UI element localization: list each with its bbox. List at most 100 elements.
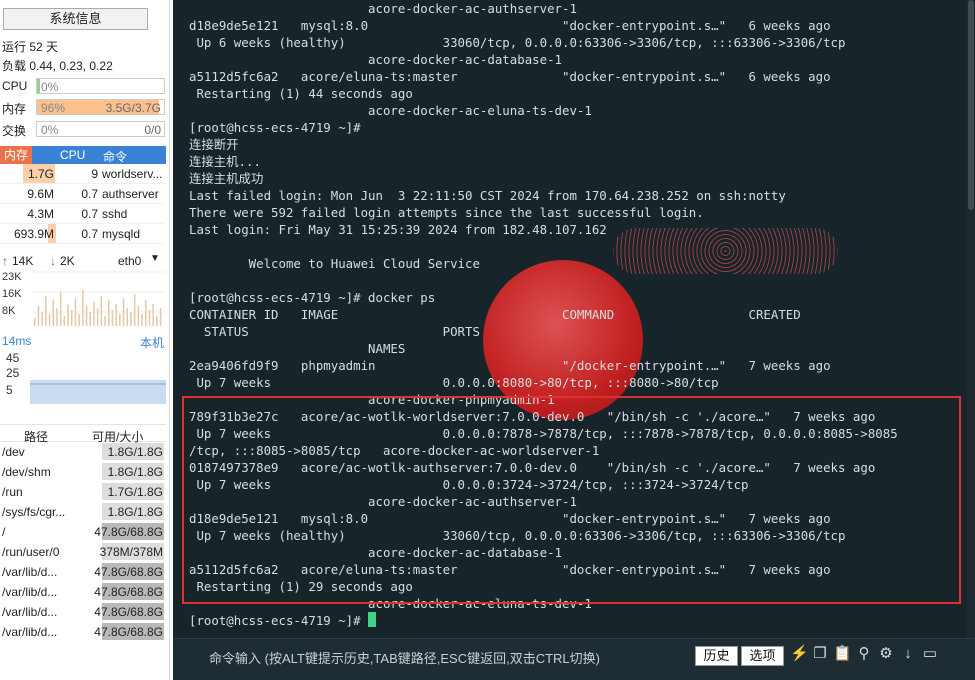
disk-path: /var/lib/d...: [2, 605, 58, 619]
process-cmd: sshd: [102, 207, 128, 221]
disk-row[interactable]: /run 1.7G/1.8G: [0, 482, 166, 502]
net-bar: [148, 310, 151, 326]
process-mem: 1.7G: [27, 167, 54, 181]
window-icon[interactable]: ▭: [921, 645, 939, 663]
upload-arrow-icon: ↑: [2, 254, 8, 268]
process-table-header: 内存 CPU 命令: [0, 146, 166, 164]
disk-path: /dev/shm: [2, 465, 51, 479]
disk-path: /run/user/0: [2, 545, 60, 559]
net-bar: [48, 314, 51, 326]
process-mem: 9.6M: [27, 187, 54, 201]
upload-rate: 14K: [12, 254, 34, 268]
disk-row[interactable]: /dev 1.8G/1.8G: [0, 442, 166, 462]
paste-icon[interactable]: 📋: [833, 645, 852, 663]
mem-meter: 内存 96% 3.5G/3.7G: [2, 99, 165, 116]
col-cmd-header[interactable]: 命令: [103, 148, 127, 165]
process-cmd: mysqld: [102, 227, 141, 241]
net-bar: [152, 304, 154, 326]
disk-row[interactable]: /var/lib/d... 47.8G/68.8G: [0, 582, 166, 602]
options-button[interactable]: 选项: [741, 646, 784, 666]
disk-size: 1.8G/1.8G: [107, 465, 163, 479]
lightning-icon[interactable]: ⚡: [790, 645, 809, 663]
net-bar: [145, 300, 147, 326]
disk-path: /var/lib/d...: [2, 565, 58, 579]
chevron-down-icon[interactable]: ▼: [150, 253, 160, 264]
net-bar: [78, 314, 80, 326]
net-tick: 8K: [2, 305, 16, 317]
net-bar: [52, 300, 54, 326]
net-bar: [63, 316, 66, 326]
net-bar: [37, 306, 40, 326]
latency-host[interactable]: 本机: [140, 334, 164, 351]
process-row[interactable]: 1.7G 9 worldserv...: [0, 164, 166, 184]
mem-used: 3.5G/3.7G: [105, 101, 161, 115]
net-bar: [156, 316, 158, 326]
load-text: 负载 0.44, 0.23, 0.22: [2, 59, 113, 73]
col-cpu-header[interactable]: CPU: [60, 148, 85, 162]
net-bar: [45, 296, 47, 326]
cpu-bar-fill: [37, 79, 40, 93]
history-button[interactable]: 历史: [695, 646, 738, 666]
net-bar: [82, 290, 84, 326]
disk-row[interactable]: /var/lib/d... 47.8G/68.8G: [0, 562, 166, 582]
disk-path: /sys/fs/cgr...: [2, 505, 66, 519]
disk-path: /var/lib/d...: [2, 625, 58, 639]
interface-select[interactable]: eth0: [118, 254, 141, 268]
net-bar: [74, 298, 77, 326]
latency-value: 14ms: [2, 334, 32, 348]
swap-used: 0/0: [144, 123, 161, 137]
sysinfo-button[interactable]: 系统信息: [3, 8, 148, 30]
disk-row[interactable]: /run/user/0 378M/378M: [0, 542, 166, 562]
process-row[interactable]: 693.9M 0.7 mysqld: [0, 224, 166, 244]
command-input[interactable]: 命令输入 (按ALT键提示历史,TAB键路径,ESC键返回,双击CTRL切换): [209, 648, 600, 667]
disk-row[interactable]: /dev/shm 1.8G/1.8G: [0, 462, 166, 482]
process-cpu: 0.7: [81, 227, 98, 241]
disk-path: /: [2, 525, 6, 539]
process-table: 内存 CPU 命令 1.7G 9 worldserv... 9.6M 0.7 auths…: [0, 146, 166, 244]
latency-tick: 45: [6, 351, 20, 365]
net-tick: 16K: [2, 288, 22, 300]
net-bar: [89, 312, 91, 326]
disk-row[interactable]: / 47.8G/68.8G: [0, 522, 166, 542]
disk-row[interactable]: /var/lib/d... 47.8G/68.8G: [0, 622, 166, 642]
net-bar: [119, 314, 121, 326]
col-mem-header[interactable]: 内存: [0, 146, 33, 164]
swap-label: 交换: [2, 124, 27, 138]
net-bar: [41, 312, 43, 326]
cpu-pct: 0%: [41, 80, 59, 94]
gear-icon[interactable]: ⚙: [877, 645, 895, 663]
disk-row[interactable]: /sys/fs/cgr... 1.8G/1.8G: [0, 502, 166, 522]
highlight-box: [182, 396, 961, 604]
disk-row[interactable]: /var/lib/d... 47.8G/68.8G: [0, 602, 166, 622]
process-row[interactable]: 4.3M 0.7 sshd: [0, 204, 166, 224]
disk-size: 47.8G/68.8G: [94, 525, 163, 539]
terminal-scrollbar[interactable]: [967, 0, 975, 640]
net-bar: [67, 304, 69, 326]
net-bar: [96, 308, 99, 326]
network-panel: ↑ 14K ↓ 2K eth0 ▼ 23K 16K 8K: [0, 252, 166, 332]
net-bar: [137, 306, 140, 326]
disk-size: 47.8G/68.8G: [94, 585, 163, 599]
latency-tick: 25: [6, 366, 20, 380]
swap-bar: 0% 0/0: [36, 121, 165, 137]
net-bar: [111, 310, 114, 326]
net-tick: 23K: [2, 271, 22, 283]
disk-table: 路径 可用/大小 /dev 1.8G/1.8G/dev/shm 1.8G/1.8G /…: [0, 424, 166, 642]
mem-pct: 96%: [41, 101, 66, 115]
disk-size: 378M/378M: [99, 545, 163, 559]
process-mem: 693.9M: [13, 227, 54, 241]
scrollbar-thumb[interactable]: [968, 0, 974, 210]
terminal-prompt: [root@hcss-ecs-4719 ~]#: [189, 613, 369, 628]
disk-table-header: 路径 可用/大小: [0, 424, 166, 444]
process-cmd: authserver: [102, 187, 159, 201]
terminal[interactable]: acore-docker-ac-authserver-1 d18e9de5e12…: [173, 0, 975, 680]
copy-icon[interactable]: ❐: [811, 645, 829, 663]
disk-path: /dev: [2, 445, 25, 459]
disk-size: 1.8G/1.8G: [107, 505, 163, 519]
download-icon[interactable]: ↓: [899, 645, 917, 663]
process-row[interactable]: 9.6M 0.7 authserver: [0, 184, 166, 204]
disk-size: 1.7G/1.8G: [107, 485, 163, 499]
latency-tick: 5: [6, 383, 13, 397]
search-icon[interactable]: ⚲: [855, 645, 873, 663]
process-cpu: 0.7: [81, 187, 98, 201]
